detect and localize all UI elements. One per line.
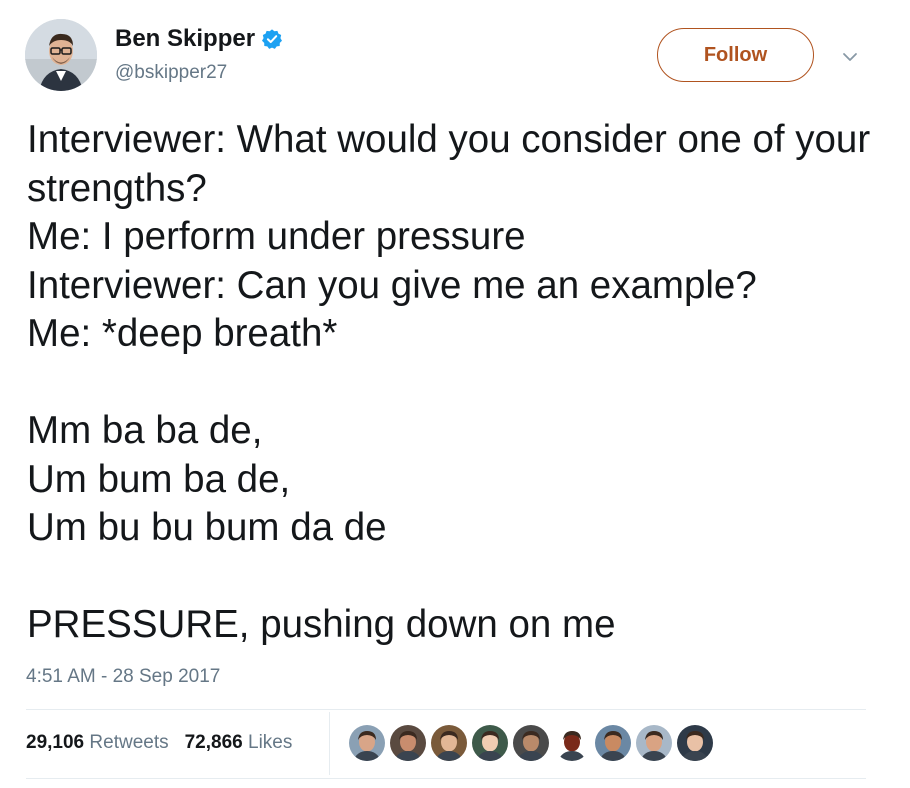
retweets-stat[interactable]: 29,106 Retweets — [26, 730, 169, 756]
liker-avatar[interactable] — [390, 725, 426, 761]
author-name[interactable]: Ben Skipper — [115, 24, 255, 54]
follow-button[interactable]: Follow — [657, 28, 814, 82]
retweets-label: Retweets — [89, 732, 169, 753]
tweet-line: Me: *deep breath* — [27, 312, 338, 355]
tweet-stats: 29,106 Retweets 72,866 Likes — [26, 730, 292, 756]
author-name-row[interactable]: Ben Skipper — [115, 24, 283, 54]
liker-avatar[interactable] — [595, 725, 631, 761]
likes-count: 72,866 — [184, 732, 243, 753]
divider — [26, 778, 866, 779]
divider — [26, 709, 866, 710]
liker-avatar[interactable] — [349, 725, 385, 761]
verified-badge-icon — [261, 28, 283, 50]
liker-avatar[interactable] — [636, 725, 672, 761]
tweet-text: Interviewer: What would you consider one… — [27, 116, 877, 650]
likers-avatars — [349, 725, 713, 761]
liker-avatar[interactable] — [677, 725, 713, 761]
author-avatar[interactable] — [25, 19, 97, 91]
liker-avatar[interactable] — [554, 725, 590, 761]
stats-separator — [329, 712, 330, 775]
tweet-timestamp[interactable]: 4:51 AM - 28 Sep 2017 — [26, 664, 220, 690]
tweet-line: PRESSURE, pushing down on me — [27, 603, 616, 646]
likes-label: Likes — [248, 732, 293, 753]
tweet-line: Um bum ba de, — [27, 457, 291, 501]
tweet-line: Mm ba ba de, — [27, 409, 263, 452]
author-handle[interactable]: @bskipper27 — [115, 61, 227, 85]
liker-avatar[interactable] — [431, 725, 467, 761]
liker-avatar[interactable] — [472, 725, 508, 761]
tweet-card: Ben Skipper @bskipper27 Follow Interview… — [0, 0, 910, 788]
tweet-line: Interviewer: What would you consider one… — [27, 118, 871, 210]
tweet-line: Me: I perform under pressure — [27, 215, 526, 258]
chevron-down-icon[interactable] — [841, 48, 859, 66]
liker-avatar[interactable] — [513, 725, 549, 761]
tweet-line: Interviewer: Can you give me an example? — [27, 263, 757, 307]
likes-stat[interactable]: 72,866 Likes — [185, 730, 293, 756]
tweet-line: Um bu bu bum da de — [27, 506, 387, 549]
retweets-count: 29,106 — [26, 732, 85, 753]
